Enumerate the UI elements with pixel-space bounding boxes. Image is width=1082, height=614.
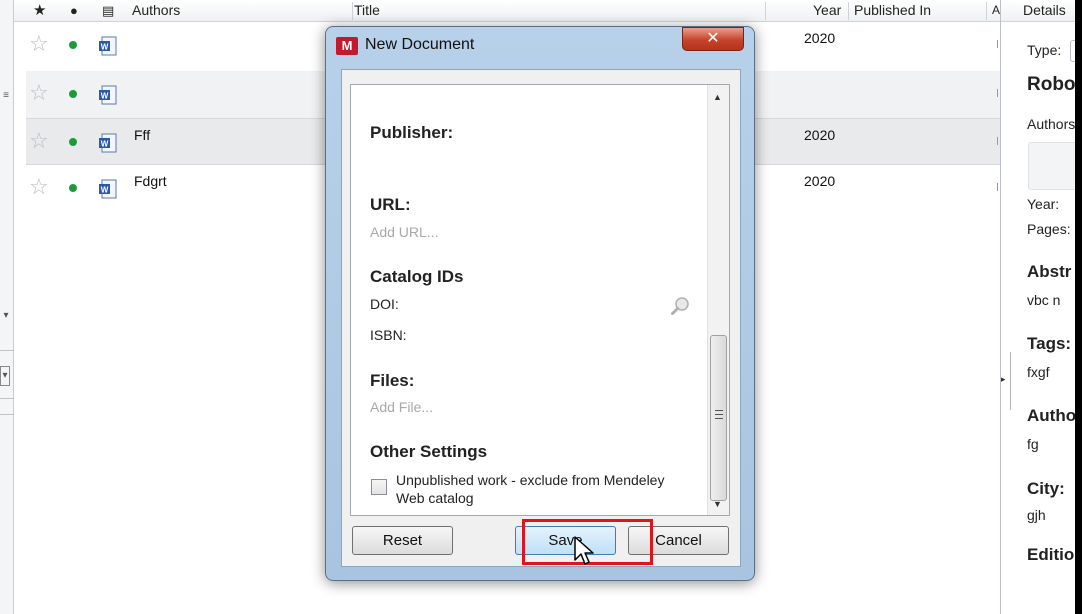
tab-details[interactable]: Details xyxy=(1023,2,1066,18)
abstract-value[interactable]: vbc n xyxy=(1027,292,1060,308)
dialog-body: Publisher: URL: Add URL... Catalog IDs D… xyxy=(341,69,741,567)
document-title[interactable]: Robo xyxy=(1027,74,1076,96)
publisher-label: Publisher: xyxy=(370,123,454,142)
url-input[interactable]: Add URL... xyxy=(370,224,438,240)
author-keywords-label: Autho xyxy=(1027,406,1077,425)
scrollbar-thumb[interactable] xyxy=(710,335,727,501)
star-icon[interactable]: ☆ xyxy=(29,175,49,199)
svg-text:W: W xyxy=(101,186,109,195)
scroll-up-arrow-icon[interactable]: ▲ xyxy=(713,92,722,102)
authors-field[interactable] xyxy=(1028,142,1082,190)
year-label: Year: xyxy=(1027,196,1060,212)
column-published-in[interactable]: Published In xyxy=(854,0,931,22)
year-cell: 2020 xyxy=(804,30,836,46)
window-edge xyxy=(1075,0,1082,614)
word-document-icon: W xyxy=(99,133,117,153)
details-panel: Details Type: Robo Authors Year: Pages: … xyxy=(1000,0,1082,614)
document-form-scroll-area[interactable]: Publisher: URL: Add URL... Catalog IDs D… xyxy=(350,84,730,516)
city-value[interactable]: gjh xyxy=(1027,507,1046,523)
unread-dot-icon[interactable] xyxy=(69,41,77,49)
word-document-icon: W xyxy=(99,85,117,105)
svg-text:W: W xyxy=(101,43,109,52)
abstract-label: Abstr xyxy=(1027,262,1072,281)
pages-label: Pages: xyxy=(1027,221,1071,237)
details-tabbar: Details xyxy=(1001,0,1082,22)
collapse-arrow-icon[interactable]: ▸ xyxy=(1001,374,1006,385)
year-cell: 2020 xyxy=(804,127,836,143)
dialog-title: New Document xyxy=(365,36,475,53)
document-type-column-icon[interactable]: ▤ xyxy=(102,0,114,22)
grip-icon xyxy=(715,410,723,419)
divider xyxy=(0,398,14,399)
unpublished-checkbox[interactable] xyxy=(371,479,387,495)
close-button[interactable]: ✕ xyxy=(682,27,744,51)
word-document-icon: W xyxy=(99,179,117,199)
unread-dot-icon[interactable] xyxy=(69,138,77,146)
isbn-label: ISBN: xyxy=(370,327,407,343)
reset-button[interactable]: Reset xyxy=(352,526,453,555)
dropdown-arrow-icon[interactable]: ▾ xyxy=(0,366,10,386)
svg-text:W: W xyxy=(101,140,109,149)
unpublished-checkbox-label[interactable]: Unpublished work - exclude from Mendeley… xyxy=(396,471,696,507)
panel-collapse-handle[interactable]: ▸ xyxy=(1001,352,1011,410)
read-status-column-icon[interactable]: ● xyxy=(70,0,78,22)
new-document-dialog: M New Document ✕ Publisher: URL: Add URL… xyxy=(325,26,755,581)
column-authors[interactable]: Authors xyxy=(132,0,180,22)
add-file-input[interactable]: Add File... xyxy=(370,399,433,415)
word-document-icon: W xyxy=(99,36,117,56)
divider xyxy=(0,350,14,351)
star-icon[interactable]: ☆ xyxy=(29,32,49,56)
unread-dot-icon[interactable] xyxy=(69,184,77,192)
city-label: City: xyxy=(1027,479,1065,498)
mouse-cursor-icon xyxy=(574,536,594,565)
column-separator[interactable] xyxy=(765,2,766,20)
tags-value[interactable]: fxgf xyxy=(1027,364,1050,380)
column-separator[interactable] xyxy=(986,2,987,20)
authors-label: Authors xyxy=(1027,116,1076,132)
files-label: Files: xyxy=(370,371,415,390)
scroll-down-arrow-icon[interactable]: ▼ xyxy=(713,499,722,509)
url-label: URL: xyxy=(370,195,411,214)
tags-label: Tags: xyxy=(1027,334,1072,353)
doi-label: DOI: xyxy=(370,296,399,312)
author-cell: Fdgrt xyxy=(134,173,167,189)
vertical-scrollbar[interactable]: ▲ ▼ xyxy=(707,85,729,515)
column-year[interactable]: Year xyxy=(813,0,841,22)
column-title[interactable]: Title xyxy=(354,0,380,22)
edition-label: Editio xyxy=(1027,545,1075,564)
column-separator[interactable] xyxy=(848,2,849,20)
splitter-grip-icon[interactable]: ≡ xyxy=(0,90,12,101)
scroll-down-arrow-icon[interactable]: ▾ xyxy=(0,310,12,321)
star-icon[interactable]: ☆ xyxy=(29,129,49,153)
other-settings-label: Other Settings xyxy=(370,442,488,461)
left-panel-edge: ≡ ▾ ▾ xyxy=(0,0,14,614)
favorite-column-star-icon[interactable]: ★ xyxy=(33,0,46,22)
column-separator[interactable] xyxy=(352,2,353,20)
divider xyxy=(0,414,14,415)
author-keywords-value[interactable]: fg xyxy=(1027,436,1039,452)
catalog-ids-label: Catalog IDs xyxy=(370,267,464,286)
table-header: ★ ● ▤ Authors Title Year Published In A xyxy=(14,0,1000,22)
star-icon[interactable]: ☆ xyxy=(29,81,49,105)
svg-text:W: W xyxy=(101,92,109,101)
author-cell: Fff xyxy=(134,127,151,143)
unread-dot-icon[interactable] xyxy=(69,90,77,98)
mendeley-logo-icon: M xyxy=(336,37,358,55)
type-label: Type: xyxy=(1027,42,1062,58)
lookup-search-icon[interactable] xyxy=(670,295,692,317)
column-truncated[interactable]: A xyxy=(992,0,1000,22)
year-cell: 2020 xyxy=(804,173,836,189)
